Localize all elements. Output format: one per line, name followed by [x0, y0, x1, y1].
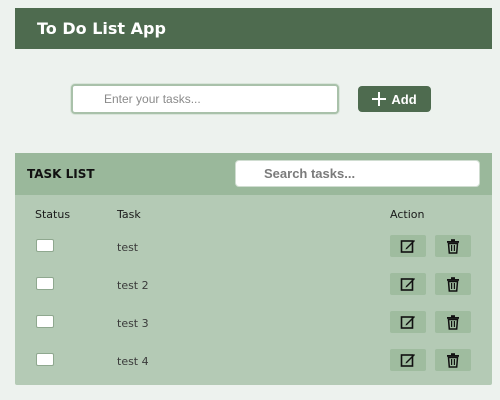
task-status-checkbox[interactable]	[36, 277, 54, 290]
app-title: To Do List App	[37, 19, 166, 38]
edit-icon	[400, 278, 415, 291]
task-label: test	[117, 241, 139, 254]
plus-icon	[372, 92, 387, 106]
edit-button[interactable]	[390, 311, 426, 333]
delete-button[interactable]	[435, 349, 471, 371]
task-list-panel: TASK LIST Status Task Action test test 2…	[15, 153, 492, 385]
task-label: test 2	[117, 279, 149, 292]
delete-button[interactable]	[435, 311, 471, 333]
add-button-label: Add	[391, 91, 417, 107]
app-header: To Do List App	[15, 8, 492, 49]
trash-icon	[447, 277, 459, 292]
delete-button[interactable]	[435, 235, 471, 257]
edit-icon	[400, 354, 415, 367]
task-row: test 4	[15, 349, 492, 375]
edit-button[interactable]	[390, 273, 426, 295]
task-status-checkbox[interactable]	[36, 353, 54, 366]
search-input[interactable]	[235, 160, 480, 187]
delete-button[interactable]	[435, 273, 471, 295]
trash-icon	[447, 315, 459, 330]
task-list-header: TASK LIST	[15, 153, 492, 195]
task-row: test 2	[15, 273, 492, 299]
column-header-action: Action	[390, 208, 425, 221]
add-task-form: Add	[0, 84, 500, 114]
column-header-status: Status	[35, 208, 71, 221]
add-button[interactable]: Add	[358, 86, 431, 112]
task-row: test	[15, 235, 492, 261]
edit-button[interactable]	[390, 349, 426, 371]
column-header-task: Task	[117, 208, 141, 221]
task-status-checkbox[interactable]	[36, 315, 54, 328]
task-label: test 3	[117, 317, 149, 330]
task-input[interactable]	[71, 84, 339, 114]
trash-icon	[447, 239, 459, 254]
edit-button[interactable]	[390, 235, 426, 257]
edit-icon	[400, 240, 415, 253]
task-label: test 4	[117, 355, 149, 368]
task-row: test 3	[15, 311, 492, 337]
edit-icon	[400, 316, 415, 329]
task-list-title: TASK LIST	[27, 167, 95, 181]
task-status-checkbox[interactable]	[36, 239, 54, 252]
trash-icon	[447, 353, 459, 368]
